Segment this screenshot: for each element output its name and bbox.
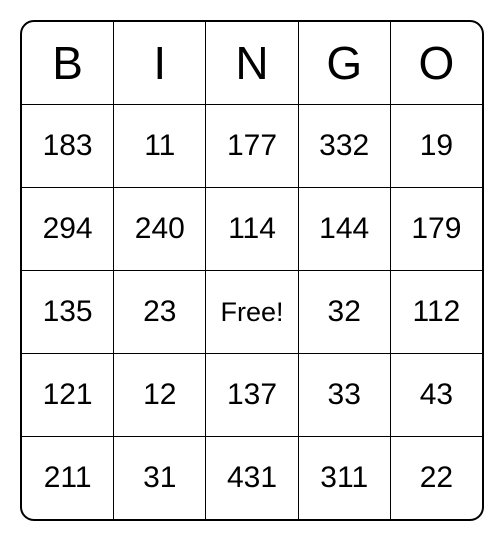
cell[interactable]: 211 xyxy=(22,437,114,519)
row-2: 294 240 114 144 179 xyxy=(22,188,482,271)
cell[interactable]: 294 xyxy=(22,188,114,271)
cell[interactable]: 33 xyxy=(299,354,391,437)
header-o: O xyxy=(391,22,482,105)
cell[interactable]: 114 xyxy=(206,188,298,271)
cell[interactable]: 11 xyxy=(114,105,206,188)
row-4: 121 12 137 33 43 xyxy=(22,354,482,437)
cell[interactable]: 121 xyxy=(22,354,114,437)
cell[interactable]: 112 xyxy=(391,271,482,354)
cell[interactable]: 31 xyxy=(114,437,206,519)
cell[interactable]: 183 xyxy=(22,105,114,188)
cell[interactable]: 177 xyxy=(206,105,298,188)
cell[interactable]: 332 xyxy=(299,105,391,188)
cell[interactable]: 23 xyxy=(114,271,206,354)
header-b: B xyxy=(22,22,114,105)
header-n: N xyxy=(206,22,298,105)
cell[interactable]: 311 xyxy=(299,437,391,519)
cell[interactable]: 137 xyxy=(206,354,298,437)
cell[interactable]: 431 xyxy=(206,437,298,519)
cell[interactable]: 43 xyxy=(391,354,482,437)
header-i: I xyxy=(114,22,206,105)
row-5: 211 31 431 311 22 xyxy=(22,437,482,519)
cell[interactable]: 32 xyxy=(299,271,391,354)
cell[interactable]: 240 xyxy=(114,188,206,271)
cell[interactable]: 19 xyxy=(391,105,482,188)
cell[interactable]: 144 xyxy=(299,188,391,271)
row-1: 183 11 177 332 19 xyxy=(22,105,482,188)
bingo-card: B I N G O 183 11 177 332 19 294 240 114 … xyxy=(20,20,484,521)
header-g: G xyxy=(299,22,391,105)
cell[interactable]: 22 xyxy=(391,437,482,519)
header-row: B I N G O xyxy=(22,22,482,105)
row-3: 135 23 Free! 32 112 xyxy=(22,271,482,354)
cell[interactable]: 179 xyxy=(391,188,482,271)
free-cell[interactable]: Free! xyxy=(206,271,298,354)
cell[interactable]: 135 xyxy=(22,271,114,354)
cell[interactable]: 12 xyxy=(114,354,206,437)
